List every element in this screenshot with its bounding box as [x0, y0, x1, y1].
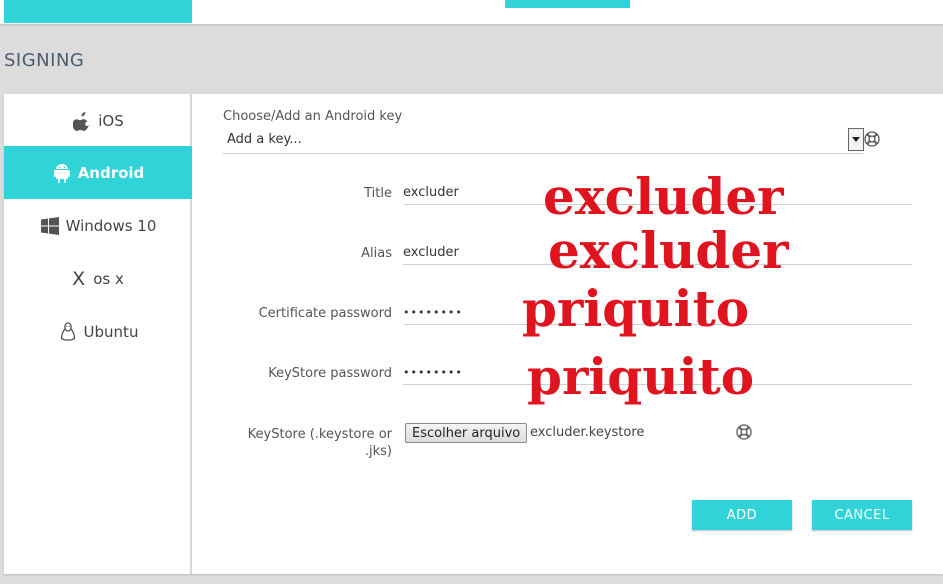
signing-card: iOS Android Windows 10 X os x Ubuntu Cho… [4, 94, 943, 574]
android-icon [52, 163, 72, 183]
section-title: SIGNING [4, 50, 85, 71]
sidebar-item-label: Android [77, 163, 145, 182]
annotation-excluder-1: excluder [543, 167, 784, 226]
osx-x-mark: X [72, 267, 86, 290]
key-select-label: Choose/Add an Android key [223, 109, 403, 124]
choose-file-button[interactable]: Escolher arquivo [405, 423, 528, 443]
key-select-value: Add a key... [227, 132, 302, 147]
cancel-button[interactable]: CANCEL [812, 500, 912, 530]
annotation-excluder-2: excluder [548, 221, 789, 280]
previous-action-button[interactable] [505, 0, 630, 8]
previous-card [0, 0, 943, 24]
sidebar-item-label: iOS [98, 111, 124, 130]
keystore-password-value: •••••••• [403, 366, 463, 379]
sidebar-item-ubuntu[interactable]: Ubuntu [4, 305, 192, 358]
apple-icon [72, 111, 92, 131]
platform-sidebar: iOS Android Windows 10 X os x Ubuntu [4, 94, 192, 574]
sidebar-item-label: os x [93, 269, 124, 288]
add-button[interactable]: ADD [692, 500, 792, 530]
keystore-password-label: KeyStore password [268, 366, 392, 381]
file-name: excluder.keystore [530, 425, 645, 440]
chevron-down-icon[interactable] [848, 128, 864, 151]
sidebar-item-ios[interactable]: iOS [4, 94, 192, 147]
sidebar-item-label: Windows 10 [65, 216, 157, 235]
help-lifebuoy-icon[interactable] [736, 424, 752, 440]
sidebar-item-windows[interactable]: Windows 10 [4, 199, 192, 252]
sidebar-item-osx[interactable]: X os x [4, 252, 192, 305]
sidebar-item-android[interactable]: Android [4, 146, 192, 199]
title-label: Title [364, 186, 392, 201]
key-select[interactable]: Add a key... [223, 128, 864, 154]
help-lifebuoy-icon[interactable] [864, 131, 880, 147]
windows-icon [40, 216, 60, 236]
annotation-priquito-2: priquito [527, 347, 755, 406]
alias-label: Alias [361, 246, 392, 261]
certificate-password-value: •••••••• [403, 306, 463, 319]
sidebar-item-label: Ubuntu [83, 322, 139, 341]
linux-icon [58, 321, 78, 342]
certificate-password-label: Certificate password [258, 306, 392, 321]
annotation-priquito-1: priquito [522, 279, 750, 338]
keystore-file-label: KeyStore (.keystore or .jks) [247, 427, 392, 459]
alias-value: excluder [403, 245, 459, 260]
title-value: excluder [403, 185, 459, 200]
previous-sidebar-tab[interactable] [4, 0, 192, 23]
